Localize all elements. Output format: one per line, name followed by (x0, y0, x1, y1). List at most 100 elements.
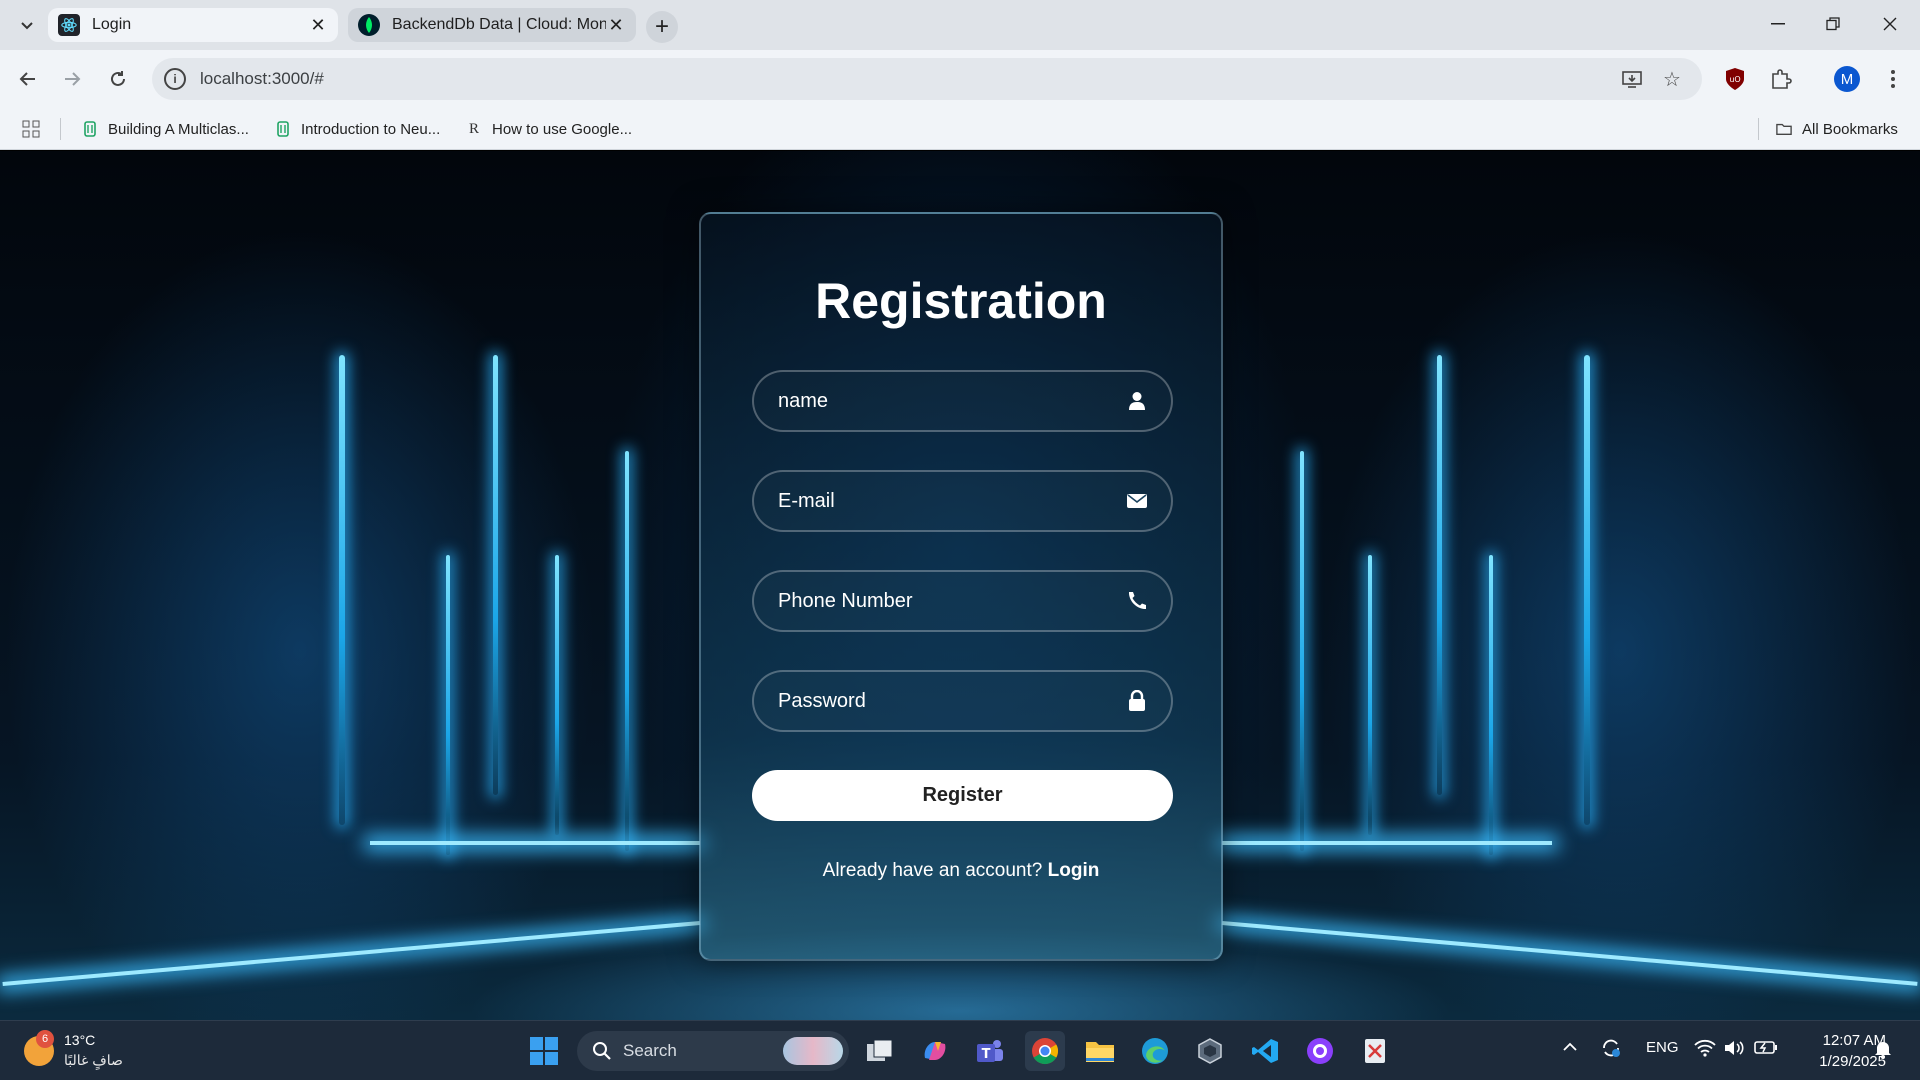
registration-page: Registration name E-mail Phone Number Pa… (0, 151, 1920, 1020)
bookmark-doc-icon (275, 120, 291, 138)
minimize-icon[interactable] (1758, 8, 1798, 40)
search-label: Search (623, 1041, 677, 1060)
light-beam (1368, 555, 1372, 835)
show-hidden-icons-chevron-icon[interactable] (1562, 1039, 1578, 1056)
bookmark-item[interactable]: R How to use Google... (466, 117, 632, 141)
site-info-icon[interactable]: i (164, 68, 186, 90)
copilot-icon[interactable] (915, 1031, 955, 1071)
battery-icon[interactable] (1754, 1039, 1778, 1059)
language-indicator[interactable]: ENG (1646, 1039, 1679, 1056)
tab-backenddb[interactable]: BackendDb Data | Cloud: Mong ✕ (348, 8, 636, 42)
register-button[interactable]: Register (752, 770, 1173, 821)
install-app-icon[interactable] (1620, 67, 1644, 91)
chrome-icon[interactable] (1025, 1031, 1065, 1071)
bookmark-label: Introduction to Neu... (301, 120, 441, 138)
email-placeholder: E-mail (778, 489, 835, 512)
bookmark-separator (60, 118, 61, 140)
apps-grid-icon[interactable] (22, 117, 40, 141)
bookmark-doc-icon (82, 120, 98, 138)
url-text[interactable]: localhost:3000/# (200, 69, 324, 89)
weather-widget[interactable]: 6 13°C صافٍ غالبًا (22, 1030, 152, 1074)
address-bar[interactable]: i localhost:3000/# ☆ (152, 58, 1702, 100)
password-placeholder: Password (778, 689, 866, 712)
search-highlight-image (783, 1037, 843, 1065)
login-link[interactable]: Login (1048, 860, 1100, 881)
password-field[interactable]: Password (752, 670, 1173, 732)
wifi-icon[interactable] (1694, 1039, 1716, 1061)
restore-icon[interactable] (1813, 8, 1853, 40)
tab-title: BackendDb Data | Cloud: Mong (392, 16, 606, 33)
browser-toolbar: i localhost:3000/# ☆ uO M (0, 50, 1920, 108)
new-tab-button[interactable]: + (646, 11, 678, 43)
login-prompt-line: Already have an account? Login (701, 860, 1221, 882)
name-placeholder: name (778, 389, 829, 412)
volume-icon[interactable] (1724, 1039, 1746, 1061)
app-hexagon-icon[interactable] (1190, 1031, 1230, 1071)
bookmark-star-icon[interactable]: ☆ (1660, 67, 1684, 91)
envelope-icon (1125, 489, 1149, 513)
floor-light-line (370, 841, 700, 845)
light-beam (1300, 451, 1304, 851)
registration-card: Registration name E-mail Phone Number Pa… (699, 212, 1223, 961)
profile-avatar[interactable]: M (1832, 64, 1862, 94)
light-beam (555, 555, 559, 835)
close-tab-icon[interactable]: ✕ (606, 15, 626, 36)
windows-taskbar: 6 13°C صافٍ غالبًا Search T ENG 12:07 AM… (0, 1020, 1920, 1080)
all-bookmarks-button[interactable]: All Bookmarks (1776, 117, 1898, 141)
forward-arrow-icon[interactable] (56, 63, 88, 95)
windows-start-icon[interactable] (524, 1031, 564, 1071)
vscode-icon[interactable] (1245, 1031, 1285, 1071)
phone-field[interactable]: Phone Number (752, 570, 1173, 632)
tab-search-chevron-icon[interactable] (14, 12, 40, 38)
tab-title: Login (92, 16, 132, 33)
svg-text:uO: uO (1729, 75, 1740, 84)
lock-icon (1125, 689, 1149, 713)
reload-icon[interactable] (102, 63, 134, 95)
clock-date: 1/29/2025 (1819, 1053, 1886, 1070)
tab-bar: Login ✕ BackendDb Data | Cloud: Mong ✕ + (0, 0, 1920, 50)
bookmark-item[interactable]: Building A Multiclas... (82, 117, 249, 141)
light-beam (1489, 555, 1493, 855)
teams-icon[interactable]: T (970, 1031, 1010, 1071)
name-field[interactable]: name (752, 370, 1173, 432)
light-beam (1437, 355, 1442, 795)
bookmarks-bar: Building A Multiclas... Introduction to … (0, 108, 1920, 150)
extensions-puzzle-icon[interactable] (1766, 64, 1796, 94)
snipping-tool-icon[interactable] (1355, 1031, 1395, 1071)
react-icon (58, 14, 80, 36)
weather-condition: صافٍ غالبًا (64, 1052, 123, 1068)
svg-text:T: T (982, 1047, 991, 1062)
floor-light-line (2, 921, 701, 987)
bookmark-separator (1758, 118, 1759, 140)
bookmark-label: How to use Google... (492, 120, 633, 138)
light-beam (1584, 355, 1590, 825)
taskbar-search[interactable]: Search (577, 1031, 849, 1071)
close-window-icon[interactable] (1870, 8, 1910, 40)
weather-temp: 13°C (64, 1032, 96, 1048)
email-field[interactable]: E-mail (752, 470, 1173, 532)
all-bookmarks-label: All Bookmarks (1802, 120, 1898, 138)
light-beam (446, 555, 450, 855)
sync-icon[interactable] (1600, 1037, 1622, 1063)
login-prompt-text: Already have an account? (822, 860, 1043, 881)
mongodb-leaf-icon (358, 14, 380, 36)
folder-icon (1776, 120, 1792, 138)
form-title: Registration (815, 273, 1107, 329)
notification-bell-icon[interactable] (1874, 1039, 1892, 1063)
ublock-icon[interactable]: uO (1720, 64, 1750, 94)
notification-badge: 6 (36, 1030, 54, 1048)
close-tab-icon[interactable]: ✕ (308, 15, 328, 36)
edge-icon[interactable] (1135, 1031, 1175, 1071)
bookmark-item[interactable]: Introduction to Neu... (275, 117, 440, 141)
more-menu-icon[interactable] (1878, 64, 1908, 94)
bookmark-label: Building A Multiclas... (108, 120, 249, 138)
phone-placeholder: Phone Number (778, 589, 913, 612)
system-clock[interactable]: 12:07 AM 1/29/2025 (1790, 1030, 1886, 1072)
github-desktop-icon[interactable] (1300, 1031, 1340, 1071)
tab-login[interactable]: Login ✕ (48, 8, 338, 42)
back-arrow-icon[interactable] (12, 63, 44, 95)
file-explorer-icon[interactable] (1080, 1031, 1120, 1071)
task-view-icon[interactable] (860, 1031, 900, 1071)
floor-light-line (1222, 841, 1552, 845)
r-logo-icon: R (468, 120, 479, 137)
